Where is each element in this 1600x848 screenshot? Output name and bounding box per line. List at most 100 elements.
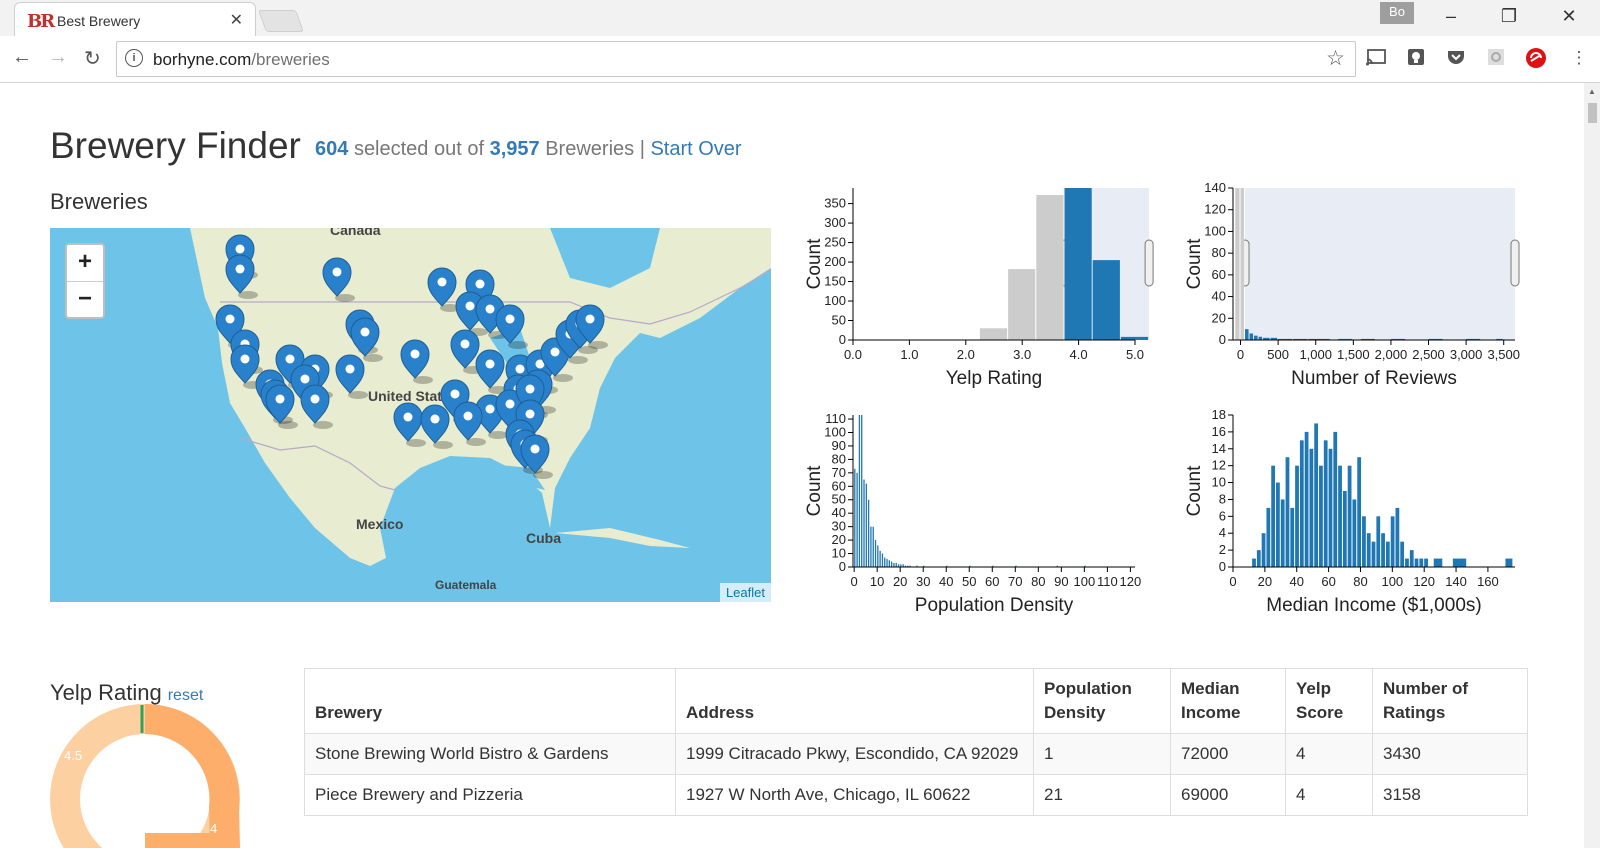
population-density-histogram[interactable]: 01020304050607080901001100 10 20 30 40 50 60 70… bbox=[800, 410, 1170, 630]
histogram-bar bbox=[1271, 465, 1276, 567]
reload-icon[interactable]: ↻ bbox=[84, 46, 101, 71]
x-tick-label: 80 bbox=[1031, 574, 1045, 589]
marker-dot bbox=[485, 404, 495, 414]
marker-dot bbox=[465, 301, 475, 311]
col-address[interactable]: Address bbox=[675, 668, 1034, 734]
col-brewery[interactable]: Brewery bbox=[304, 668, 676, 734]
y-tick-label: 10 bbox=[832, 546, 846, 561]
histogram-bar bbox=[1285, 457, 1290, 567]
histogram-bar bbox=[884, 557, 886, 567]
histogram-bar bbox=[1347, 465, 1352, 567]
settings-extension-icon[interactable] bbox=[1485, 47, 1507, 69]
selection-summary: 604 selected out of 3,957 Breweries | St… bbox=[315, 138, 742, 161]
map-marker-icon bbox=[393, 402, 426, 447]
bulb-extension-icon[interactable] bbox=[1405, 47, 1427, 69]
marker-dot bbox=[225, 314, 235, 324]
brush-handle-right bbox=[1510, 239, 1520, 287]
table-row[interactable]: Stone Brewing World Bistro & Gardens 199… bbox=[304, 733, 1528, 775]
histogram-bar bbox=[863, 479, 865, 567]
x-tick-label: 2,000 bbox=[1375, 347, 1408, 362]
cast-icon[interactable] bbox=[1365, 47, 1387, 69]
x-tick-label: 60 bbox=[985, 574, 999, 589]
total-text: Breweries | bbox=[545, 138, 645, 160]
donut-label-4: 4 bbox=[210, 821, 217, 836]
x-tick-label: 120 bbox=[1413, 574, 1435, 589]
start-over-link[interactable]: Start Over bbox=[650, 138, 741, 160]
url-text: borhyne.com/breweries bbox=[153, 50, 330, 70]
histogram-bar bbox=[1092, 260, 1120, 340]
marker-dot bbox=[525, 409, 535, 419]
brewery-map[interactable]: Canada United States Mexico Cuba Guatema… bbox=[50, 228, 771, 602]
x-tick-label: 100 bbox=[1381, 574, 1403, 589]
cell-yelp-score: 4 bbox=[1285, 733, 1373, 775]
median-income-histogram[interactable]: 0 2 4 6 810 12 14 16 18 0 20 40 60 80 100 120 140 160 Medi… bbox=[1180, 410, 1550, 630]
histogram-bar bbox=[874, 540, 877, 567]
zoom-in-button[interactable]: + bbox=[67, 245, 103, 282]
x-tick-label: 1,000 bbox=[1299, 347, 1332, 362]
y-axis-label: Count bbox=[804, 465, 825, 516]
table-row[interactable]: Piece Brewery and Pizzeria 1927 W North … bbox=[304, 774, 1528, 816]
scroll-up-arrow-icon[interactable]: ▲ bbox=[1588, 87, 1596, 96]
scrollbar-thumb[interactable] bbox=[1588, 103, 1597, 123]
x-tick-label: 0 bbox=[851, 574, 858, 589]
marker-dot bbox=[460, 339, 470, 349]
new-tab-button[interactable] bbox=[257, 10, 305, 32]
close-tab-icon[interactable]: ✕ bbox=[230, 10, 243, 30]
forward-arrow-icon[interactable]: → bbox=[48, 46, 68, 69]
profile-button[interactable]: Bo bbox=[1380, 2, 1414, 24]
marker-pin bbox=[475, 349, 505, 389]
x-tick-label: 20 bbox=[1258, 574, 1272, 589]
histogram-bar bbox=[1245, 329, 1249, 340]
yelp-rating-donut[interactable]: 4.5 4 bbox=[50, 703, 250, 848]
browser-menu-icon[interactable]: ⋮ bbox=[1568, 47, 1590, 69]
total-count: 3,957 bbox=[489, 138, 540, 160]
x-tick-label: 3,000 bbox=[1450, 347, 1483, 362]
y-tick-label: 18 bbox=[1212, 410, 1226, 422]
address-bar[interactable]: i borhyne.com/breweries ☆ bbox=[116, 41, 1356, 77]
y-tick-label: 12 bbox=[1212, 458, 1226, 473]
marker-dot bbox=[437, 277, 447, 287]
bookmark-star-icon[interactable]: ☆ bbox=[1326, 46, 1345, 71]
yelp-rating-histogram[interactable]: 0 50 100 150 200 250 300 350 0.0 1.0 2.0 3.0 4.0 5.0 Y… bbox=[800, 183, 1170, 403]
yelp-reset-link[interactable]: reset bbox=[168, 687, 204, 704]
y-tick-label: 150 bbox=[824, 274, 846, 289]
blocker-extension-icon[interactable] bbox=[1525, 47, 1547, 69]
window-close-icon[interactable]: ✕ bbox=[1557, 6, 1581, 27]
pocket-icon[interactable] bbox=[1445, 47, 1467, 69]
histogram-bar bbox=[1342, 491, 1347, 567]
marker-dot bbox=[430, 414, 440, 424]
col-number-of-ratings[interactable]: Number of Ratings bbox=[1372, 668, 1528, 734]
reviews-histogram[interactable]: 0 20 40 60 80 100 120 140 0 500 1,000 1,500 2,000 2,5… bbox=[1180, 183, 1550, 403]
marker-dot bbox=[410, 349, 420, 359]
page-scrollbar[interactable]: ▲ bbox=[1584, 83, 1600, 848]
y-tick-label: 4 bbox=[1219, 525, 1226, 540]
col-median-income[interactable]: Median Income bbox=[1170, 668, 1286, 734]
marker-dot bbox=[530, 444, 540, 454]
x-tick-label: 40 bbox=[1289, 574, 1303, 589]
marker-dot bbox=[275, 394, 285, 404]
marker-dot bbox=[310, 394, 320, 404]
col-population-density[interactable]: Population Density bbox=[1033, 668, 1171, 734]
minimize-icon[interactable]: – bbox=[1439, 6, 1463, 27]
y-tick-label: 10 bbox=[1212, 475, 1226, 490]
brush-extent bbox=[1245, 188, 1515, 340]
restore-icon[interactable]: ❐ bbox=[1497, 6, 1521, 27]
leaflet-attribution-link[interactable]: Leaflet bbox=[719, 583, 771, 602]
browser-tab[interactable]: BR Best Brewery ✕ bbox=[14, 2, 256, 37]
marker-dot bbox=[360, 327, 370, 337]
x-tick-label: 4.0 bbox=[1070, 347, 1088, 362]
col-yelp-score[interactable]: Yelp Score bbox=[1285, 668, 1373, 734]
selected-count: 604 bbox=[315, 138, 349, 160]
y-tick-label: 70 bbox=[832, 465, 846, 480]
marker-dot bbox=[235, 244, 245, 254]
map-section-title: Breweries bbox=[50, 189, 148, 214]
histogram-bar bbox=[1414, 558, 1419, 567]
back-arrow-icon[interactable]: ← bbox=[12, 46, 32, 69]
marker-dot bbox=[525, 384, 535, 394]
marker-dot bbox=[300, 374, 310, 384]
histogram-bar bbox=[858, 415, 861, 567]
histogram-bar bbox=[1333, 431, 1338, 567]
site-info-icon[interactable]: i bbox=[125, 49, 143, 67]
zoom-out-button[interactable]: − bbox=[67, 282, 103, 318]
histogram-bar bbox=[1424, 558, 1428, 567]
